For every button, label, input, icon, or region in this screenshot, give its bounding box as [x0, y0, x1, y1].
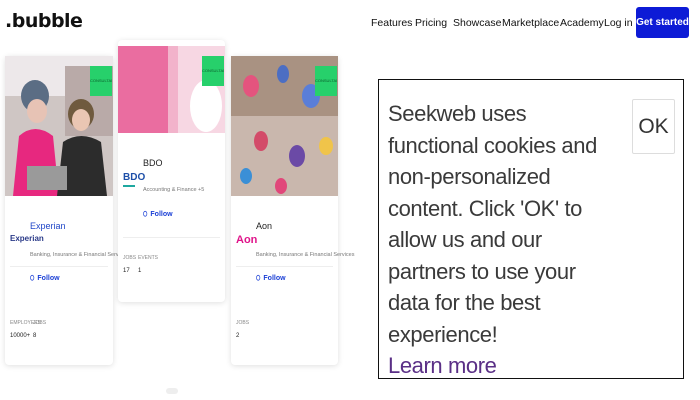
company-name[interactable]: Aon [256, 221, 272, 231]
divider [123, 237, 220, 238]
company-card-bdo[interactable]: CONSULTANCY BDO BDO Accounting & Finance… [118, 40, 225, 302]
nav-marketplace[interactable]: Marketplace [502, 17, 559, 29]
stat-value: 8 [33, 333, 37, 339]
card-image: CONSULTANCY [118, 46, 225, 133]
top-navigation: .bubble Features Pricing Showcase Market… [0, 0, 700, 46]
stat-label: JOBS [236, 320, 250, 326]
stat-label: EVENTS [138, 255, 159, 261]
company-industry: Banking, Insurance & Financial Services [256, 252, 355, 258]
bdo-logo: BDO [123, 172, 146, 183]
stat-value: 17 [123, 268, 130, 274]
bubble-logo[interactable]: .bubble [5, 10, 83, 32]
stat-value: 10000+ [10, 333, 31, 339]
stat-value: 1 [138, 268, 142, 274]
stat-label: JOBS [33, 320, 47, 326]
company-card-aon[interactable]: CONSULTANCY Aon Aon Banking, Insurance &… [231, 56, 354, 365]
card-image: CONSULTANCY [231, 56, 338, 196]
company-name[interactable]: BDO [143, 158, 163, 168]
divider [236, 266, 333, 267]
cookie-message-block: Seekweb uses functional cookies and non-… [388, 98, 608, 382]
company-industry: Accounting & Finance +5 [143, 187, 205, 193]
cookie-consent-dialog: Seekweb uses functional cookies and non-… [378, 79, 684, 379]
follow-button[interactable]: Follow [256, 275, 285, 283]
category-badge: CONSULTANCY [315, 66, 337, 96]
aon-logo: Aon [236, 234, 258, 246]
get-started-button[interactable]: Get started [636, 7, 689, 38]
experian-logo: Experian [10, 234, 44, 243]
category-badge: CONSULTANCY [90, 66, 112, 96]
learn-more-link[interactable]: Learn more [388, 353, 497, 378]
category-badge: CONSULTANCY [202, 56, 224, 86]
company-card-experian[interactable]: CONSULTANCY Experian Experian Banking, I… [5, 56, 136, 365]
login-link[interactable]: Log in [604, 17, 633, 29]
company-name[interactable]: Experian [30, 221, 66, 231]
ok-button[interactable]: OK [632, 99, 675, 154]
cookie-message: Seekweb uses functional cookies and non-… [388, 101, 597, 347]
carousel-indicator[interactable] [166, 388, 178, 394]
nav-features[interactable]: Features [371, 17, 412, 29]
bdo-logo-underline [123, 185, 135, 187]
stat-value: 2 [236, 333, 240, 339]
follow-button[interactable]: Follow [143, 211, 172, 219]
nav-pricing[interactable]: Pricing [415, 17, 447, 29]
nav-academy[interactable]: Academy [560, 17, 604, 29]
nav-showcase[interactable]: Showcase [453, 17, 501, 29]
follow-button[interactable]: Follow [30, 275, 59, 283]
card-image: CONSULTANCY [5, 56, 113, 196]
stat-label: JOBS [123, 255, 137, 261]
divider [10, 266, 108, 267]
